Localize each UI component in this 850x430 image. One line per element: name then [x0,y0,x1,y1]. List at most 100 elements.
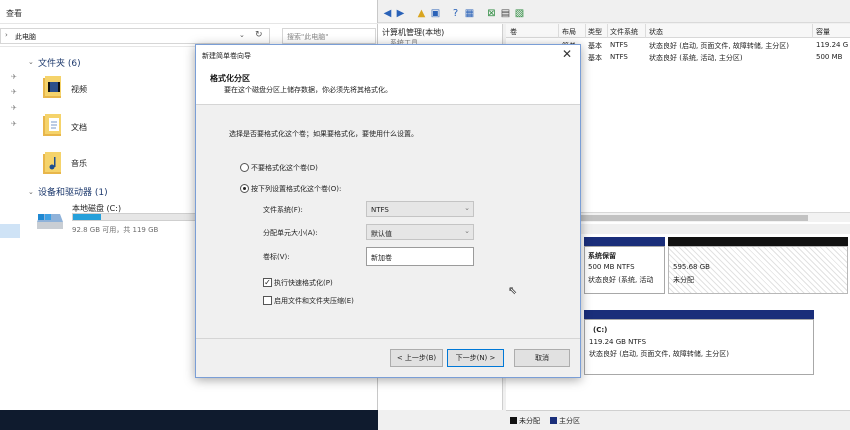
taskbar [0,410,378,430]
hard-drive-icon[interactable] [36,212,64,230]
legend-swatch-unallocated [510,417,517,424]
partition-header-bar [584,237,665,246]
grid-icon[interactable]: ▦ [464,8,475,19]
unallocated-header-bar [668,237,848,246]
cell-capacity: 119.24 G [816,41,849,49]
volume-list-header: 卷 布局 类型 文件系统 状态 容量 [506,24,850,38]
documents-folder-icon[interactable] [42,112,64,138]
view-menu[interactable]: 查看 [6,8,22,19]
wizard-header: 格式化分区 要在这个磁盘分区上储存数据，你必须先将其格式化。 [196,65,580,105]
mouse-cursor-icon: ⇖ [508,284,518,297]
music-folder-icon[interactable] [42,150,64,176]
folders-section-header[interactable]: 文件夹 (6) [38,56,81,69]
partition-status: 状态良好 (启动, 页面文件, 故障转储, 主分区) [589,350,730,358]
wizard-step-subtitle: 要在这个磁盘分区上储存数据，你必须先将其格式化。 [224,86,392,94]
properties-icon[interactable]: ⊠ [486,8,497,19]
unallocated-status: 未分配 [673,276,694,284]
column-header-volume[interactable]: 卷 [510,27,517,37]
cell-status: 状态良好 (系统, 活动, 主分区) [649,54,743,62]
unallocated-size: 595.68 GB [673,263,710,271]
radio-format[interactable] [240,184,249,193]
video-folder-icon[interactable] [42,74,64,100]
back-arrow-icon[interactable]: ◀ [382,8,393,19]
cell-status: 状态良好 (启动, 页面文件, 故障转储, 主分区) [649,42,790,50]
dialog-titlebar: 新建简单卷向导 ✕ [196,45,580,65]
column-divider [558,24,559,38]
chevron-down-icon: ⌄ [464,204,470,212]
console-icon[interactable]: ▣ [430,8,441,19]
chevron-down-icon: ⌄ [464,227,470,235]
column-divider [812,24,813,38]
column-header-status[interactable]: 状态 [649,27,663,37]
legend-swatch-primary [550,417,557,424]
compression-checkbox[interactable] [263,296,272,305]
chevron-down-icon[interactable]: ⌄ [28,58,34,66]
folder-label[interactable]: 视频 [71,84,87,95]
forward-arrow-icon[interactable]: ▶ [395,8,406,19]
quick-format-checkbox[interactable]: ✓ [263,278,272,287]
legend-label: 主分区 [559,417,580,425]
drive-capacity: 92.8 GB 可用，共 119 GB [72,226,159,234]
column-header-capacity[interactable]: 容量 [816,27,830,37]
compression-label[interactable]: 启用文件和文件夹压缩(E) [274,296,354,306]
wizard-prompt: 选择是否要格式化这个卷；如果要格式化，要使用什么设置。 [229,130,418,138]
next-button[interactable]: 下一步(N) > [447,349,504,367]
address-bar[interactable]: › 此电脑 ⌄ ↻ [0,28,270,44]
allocation-unit-label: 分配单元大小(A): [263,229,318,237]
folder-label[interactable]: 音乐 [71,158,87,169]
checklist-icon[interactable]: ▧ [514,8,525,19]
unallocated-space[interactable]: 595.68 GB 未分配 [668,246,848,294]
drive-usage-fill [73,214,101,220]
explorer-menu-bar: 查看 [0,0,378,24]
cell-type: 基本 [588,42,602,50]
selection-highlight [0,224,20,238]
cell-filesystem: NTFS [610,41,628,49]
column-header-type[interactable]: 类型 [588,27,602,37]
partition-system-reserved[interactable]: 系统保留 500 MB NTFS 状态良好 (系统, 活动 [584,246,665,294]
search-input[interactable]: 搜索"此电脑" [282,28,376,44]
radio-format-label[interactable]: 按下列设置格式化这个卷(O): [251,184,341,194]
partition-status: 状态良好 (系统, 活动 [588,276,654,284]
filesystem-value: NTFS [371,206,389,214]
radio-no-format[interactable] [240,163,249,172]
partition-size: 500 MB NTFS [588,263,635,271]
partition-size: 119.24 GB NTFS [589,338,647,346]
refresh-icon[interactable]: ↻ [255,30,263,40]
close-icon[interactable]: ✕ [562,48,572,60]
partition-name: 系统保留 [588,252,616,260]
pin-icon: ✈ [11,88,17,96]
computer-management-node[interactable]: 计算机管理(本地) [382,27,444,38]
footer-divider [196,338,580,339]
folder-up-icon[interactable]: ▲ [416,8,427,19]
volume-label-input[interactable]: 新加卷 [366,247,474,266]
column-divider [585,24,586,38]
cell-type: 基本 [588,54,602,62]
quick-format-label[interactable]: 执行快速格式化(P) [274,278,333,288]
filesystem-select[interactable]: NTFS ⌄ [366,201,474,217]
radio-no-format-label[interactable]: 不要格式化这个卷(D) [251,163,318,173]
chevron-down-icon[interactable]: ⌄ [28,188,34,196]
filesystem-label: 文件系统(F): [263,206,303,214]
partition-name: (C:) [593,326,608,334]
address-text: 此电脑 [15,33,36,41]
folder-label[interactable]: 文档 [71,122,87,133]
help-icon[interactable]: ? [450,8,461,19]
column-divider [607,24,608,38]
dialog-title: 新建简单卷向导 [202,52,251,60]
allocation-unit-value: 默认值 [371,230,392,238]
folder-icon[interactable]: ▤ [500,8,511,19]
pin-icon: ✈ [11,73,17,81]
devices-section-header[interactable]: 设备和驱动器 (1) [38,185,108,198]
chevron-right-icon[interactable]: › [5,31,8,39]
column-header-layout[interactable]: 布局 [562,27,576,37]
partition-c-drive[interactable]: (C:) 119.24 GB NTFS 状态良好 (启动, 页面文件, 故障转储… [584,319,814,375]
column-header-filesystem[interactable]: 文件系统 [610,27,638,37]
back-button[interactable]: < 上一步(B) [390,349,443,367]
chevron-down-icon[interactable]: ⌄ [239,31,245,39]
wizard-step-title: 格式化分区 [210,74,250,83]
new-simple-volume-wizard: 新建简单卷向导 ✕ 格式化分区 要在这个磁盘分区上储存数据，你必须先将其格式化。… [195,44,581,378]
cancel-button[interactable]: 取消 [514,349,570,367]
legend: 未分配 主分区 [506,410,850,430]
allocation-unit-select[interactable]: 默认值 ⌄ [366,224,474,240]
legend-label: 未分配 [519,417,540,425]
